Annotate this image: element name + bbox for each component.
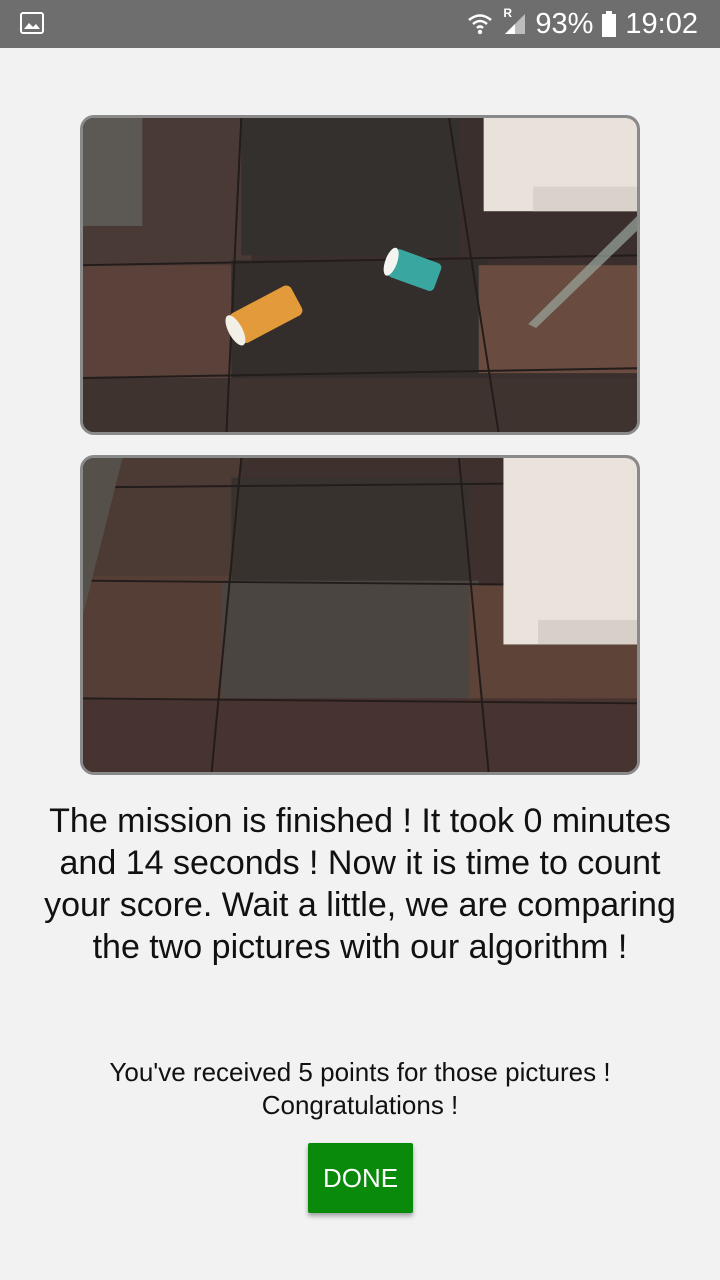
done-button[interactable]: DONE	[308, 1143, 413, 1213]
score-message: You've received 5 points for those pictu…	[109, 1057, 611, 1120]
clock: 19:02	[625, 7, 698, 40]
gallery-icon	[20, 12, 44, 34]
signal-icon: R	[501, 6, 527, 36]
battery-percent: 93%	[535, 7, 594, 40]
wifi-icon	[467, 12, 493, 36]
status-bar: R 93% 19:02	[0, 0, 720, 48]
after-photo	[80, 455, 640, 775]
battery-icon	[601, 11, 617, 37]
mission-finished-message: The mission is finished ! It took 0 minu…	[44, 802, 676, 966]
roaming-label: R	[503, 6, 513, 20]
clean-floor-photo	[83, 458, 637, 772]
floor-with-trash-photo	[83, 118, 637, 432]
before-photo	[80, 115, 640, 435]
status-indicators: R 93% 19:02	[467, 0, 698, 48]
